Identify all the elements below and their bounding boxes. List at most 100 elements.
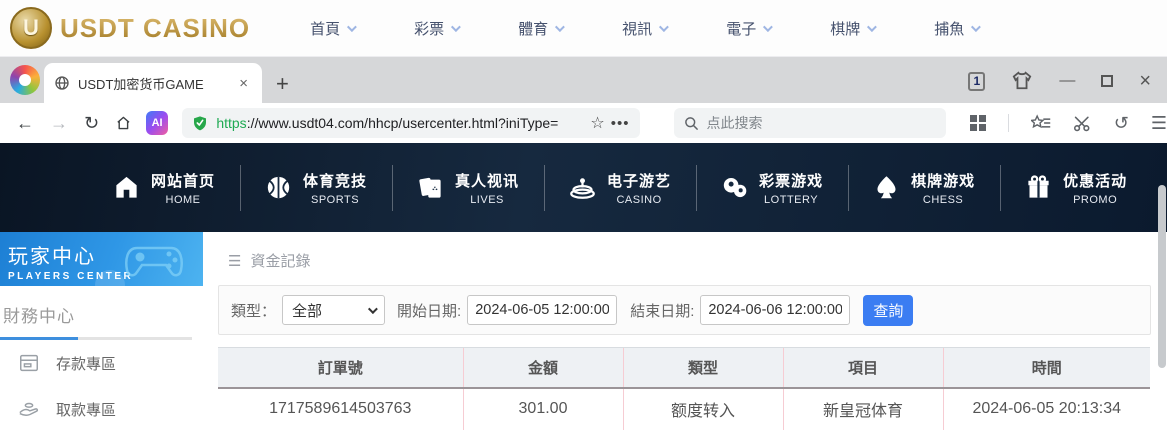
url-text: https://www.usdt04.com/hhcp/usercenter.h… (216, 115, 584, 131)
cnav-zh-label: 电子游艺 (607, 172, 672, 190)
chevron-down-icon (867, 21, 878, 32)
start-date-input[interactable] (467, 295, 618, 325)
table-header-row: 訂單號 金額 類型 項目 時間 (218, 347, 1150, 389)
home-icon[interactable] (115, 114, 132, 132)
header-time: 時間 (942, 347, 1150, 389)
url-more-icon[interactable]: ••• (611, 115, 630, 132)
header-amount: 金額 (462, 347, 623, 389)
cnav-lottery[interactable]: 彩票游戏 LOTTERY (696, 170, 848, 206)
forward-icon[interactable]: → (50, 114, 68, 132)
top-nav-chess[interactable]: 棋牌 (830, 18, 878, 39)
table-row: 1717589614503763 301.00 额度转入 新皇冠体育 2024-… (218, 387, 1150, 430)
query-button[interactable]: 查詢 (863, 294, 914, 326)
end-date-label: 結束日期: (630, 302, 695, 320)
cnav-zh-label: 棋牌游戏 (911, 172, 976, 190)
section-divider (0, 337, 192, 340)
apps-grid-icon[interactable] (969, 115, 986, 131)
top-nav-sports[interactable]: 體育 (518, 18, 566, 39)
chevron-down-icon (347, 21, 358, 32)
cnav-en-label: SPORTS (311, 193, 360, 206)
cnav-sports[interactable]: 体育竞技 SPORTS (240, 170, 392, 206)
cnav-home[interactable]: 网站首页 HOME (88, 170, 240, 206)
svg-text:♣: ♣ (432, 184, 439, 195)
top-nav-fishing[interactable]: 捕魚 (934, 18, 982, 39)
site-topbar: U USDT CASINO 首頁 彩票 體育 視訊 電子 棋牌 捕魚 (0, 0, 1167, 57)
top-nav-label: 捕魚 (934, 20, 965, 38)
type-select-value: 全部 (292, 302, 323, 320)
ai-assistant-icon[interactable]: AI (145, 111, 169, 135)
menu-hamburger-icon[interactable]: ☰ (1151, 114, 1167, 132)
cnav-en-label: LIVES (470, 193, 504, 206)
tab-close-icon[interactable]: × (235, 75, 252, 92)
url-field[interactable]: https://www.usdt04.com/hhcp/usercenter.h… (182, 108, 640, 138)
chevron-down-icon (367, 303, 378, 314)
top-nav-lottery[interactable]: 彩票 (414, 18, 462, 39)
toolbar-divider (1007, 114, 1009, 132)
screenshot-scissors-icon[interactable] (1073, 115, 1092, 132)
cell-order-no: 1717589614503763 (218, 387, 463, 430)
maximize-button[interactable] (1101, 75, 1114, 87)
reload-icon[interactable]: ↻ (84, 114, 99, 132)
sidebar-item-deposit[interactable]: 存款專區 (0, 340, 203, 386)
type-label: 類型： (231, 302, 277, 320)
back-icon[interactable]: ← (16, 114, 34, 132)
window-close-button[interactable]: × (1139, 71, 1151, 91)
cnav-lives[interactable]: ♣ 真人视讯 LIVES (392, 170, 544, 206)
type-select[interactable]: 全部 (282, 295, 386, 325)
cnav-chess[interactable]: 棋牌游戏 CHESS (848, 170, 1000, 206)
deposit-machine-icon (20, 354, 38, 372)
minimize-button[interactable]: — (1059, 73, 1075, 89)
new-tab-button[interactable]: + (276, 73, 289, 95)
sidebar-item-withdraw[interactable]: 取款專區 (0, 386, 203, 432)
sidebar-item-recharge-history[interactable]: 充值記錄 (0, 432, 203, 438)
sidebar-item-label: 存款專區 (56, 355, 117, 373)
chevron-down-icon (659, 21, 670, 32)
header-type: 類型 (622, 347, 783, 389)
basketball-icon (267, 176, 290, 199)
start-date-label: 開始日期: (397, 302, 462, 320)
site-logo[interactable]: U USDT CASINO (10, 7, 250, 49)
header-item: 項目 (782, 347, 943, 389)
toolbar-right-icons: ↺ ☰ (969, 114, 1167, 132)
browser-tab-active[interactable]: USDT加密货币GAME × (44, 63, 262, 103)
browser-tab-bar: USDT加密货币GAME × + 1 — × (0, 57, 1167, 103)
cnav-zh-label: 彩票游戏 (759, 172, 824, 190)
top-nav-label: 首頁 (310, 20, 341, 38)
header-order-no: 訂單號 (218, 347, 463, 389)
cnav-casino[interactable]: 电子游艺 CASINO (544, 170, 696, 206)
chevron-down-icon (555, 21, 566, 32)
roulette-icon (570, 178, 595, 199)
brand-name: USDT CASINO (60, 12, 251, 43)
cnav-zh-label: 网站首页 (151, 172, 216, 190)
spade-icon (877, 176, 896, 199)
end-date-input[interactable] (700, 295, 851, 325)
tab-count-badge[interactable]: 1 (968, 71, 986, 91)
lottery-balls-icon (723, 177, 747, 198)
top-nav-video[interactable]: 視訊 (622, 18, 670, 39)
favorites-list-icon[interactable] (1030, 114, 1051, 132)
browser-address-bar: ← → ↻ AI https://www.usdt04.com/hhcp/use… (0, 103, 1167, 143)
top-nav-label: 棋牌 (830, 20, 861, 38)
breadcrumb: ☰ 資金記錄 (203, 232, 1167, 271)
cnav-zh-label: 真人视讯 (455, 172, 520, 190)
coin-logo-icon: U (10, 7, 52, 49)
theme-skin-icon[interactable] (1011, 71, 1033, 91)
top-nav-home[interactable]: 首頁 (310, 18, 358, 39)
funds-record-panel: ☰ 資金記錄 類型： 全部 開始日期: 結束日期: 查詢 訂單號 金額 類型 項… (203, 232, 1167, 438)
bookmark-star-icon[interactable]: ☆ (584, 113, 610, 133)
cell-time: 2024-06-05 20:13:34 (942, 387, 1150, 430)
cnav-promo[interactable]: 优惠活动 PROMO (1000, 170, 1152, 206)
page-scrollbar-thumb[interactable] (1158, 185, 1166, 368)
page-title: 資金記錄 (250, 253, 311, 270)
gift-icon (1028, 175, 1049, 198)
undo-icon[interactable]: ↺ (1114, 114, 1129, 132)
search-box[interactable] (673, 108, 946, 138)
cnav-en-label: CHESS (922, 193, 964, 206)
secure-shield-icon[interactable] (192, 114, 208, 132)
cell-amount: 301.00 (462, 387, 623, 430)
search-input[interactable] (706, 115, 927, 131)
browser-logo-icon[interactable] (10, 65, 40, 95)
finance-center-heading: 財務中心 (3, 307, 75, 326)
top-nav-egames[interactable]: 電子 (726, 18, 774, 39)
top-nav-label: 體育 (518, 20, 549, 38)
